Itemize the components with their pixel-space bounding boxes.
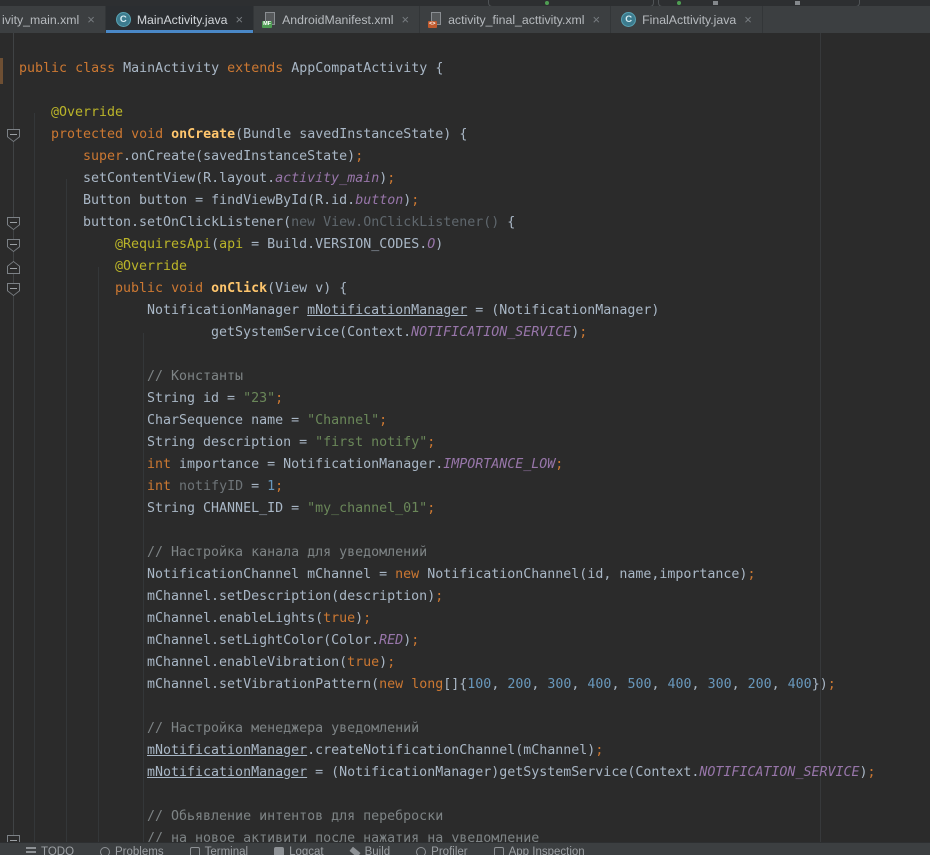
- code-line[interactable]: CharSequence name = "Channel";: [147, 410, 387, 432]
- code-line[interactable]: @RequiresApi(api = Build.VERSION_CODES.O…: [115, 234, 443, 256]
- indent-guide: [98, 267, 99, 842]
- code-line[interactable]: mChannel.enableVibration(true);: [147, 652, 395, 674]
- toolwindow-button-logcat[interactable]: Logcat: [274, 846, 324, 855]
- code-line[interactable]: setContentView(R.layout.activity_main);: [83, 168, 395, 190]
- editor-tab-bar: ivity_main.xml × C MainActivity.java × MF Andr…: [0, 6, 930, 33]
- logcat-icon: [274, 847, 284, 855]
- app-inspection-icon: [494, 847, 504, 855]
- right-margin-guide: [820, 33, 821, 842]
- class-icon: C: [116, 12, 131, 27]
- code-line[interactable]: mChannel.setLightColor(Color.RED);: [147, 630, 419, 652]
- toolbar-icon: [713, 1, 718, 5]
- code-line[interactable]: mNotificationManager = (NotificationMana…: [147, 762, 876, 784]
- tool-window-bar: TODO Problems Terminal Logcat Build Profiler A…: [0, 842, 930, 855]
- fold-marker[interactable]: [7, 283, 20, 296]
- code-line[interactable]: NotificationManager mNotificationManager…: [147, 300, 659, 322]
- indent-guide: [143, 333, 144, 842]
- close-icon[interactable]: ×: [593, 13, 601, 26]
- code-line[interactable]: mNotificationManager.createNotificationC…: [147, 740, 603, 762]
- build-icon: [349, 847, 360, 855]
- code-line[interactable]: protected void onCreate(Bundle savedInst…: [51, 124, 467, 146]
- tab-FinalActtivity.java[interactable]: C FinalActtivity.java ×: [611, 6, 763, 33]
- code-line[interactable]: String description = "first notify";: [147, 432, 435, 454]
- toolwindow-button-profiler[interactable]: Profiler: [416, 846, 467, 855]
- fold-marker[interactable]: [7, 239, 20, 252]
- code-line[interactable]: NotificationChannel mChannel = new Notif…: [147, 564, 755, 586]
- code-line[interactable]: int importance = NotificationManager.IMP…: [147, 454, 563, 476]
- fold-marker[interactable]: [7, 129, 20, 142]
- device-status-icon: [677, 1, 681, 5]
- terminal-icon: [190, 847, 200, 855]
- close-icon[interactable]: ×: [87, 13, 95, 26]
- problems-icon: [100, 847, 110, 855]
- indent-guide: [34, 113, 35, 842]
- tab-ivity_main.xml[interactable]: ivity_main.xml ×: [0, 6, 106, 33]
- code-line[interactable]: getSystemService(Context.NOTIFICATION_SE…: [211, 322, 587, 344]
- code-editor[interactable]: public class MainActivity extends AppCom…: [0, 33, 930, 842]
- code-line[interactable]: int notifyID = 1;: [147, 476, 283, 498]
- tab-label: FinalActtivity.java: [642, 13, 736, 27]
- manifest-file-icon: MF: [264, 12, 276, 27]
- fold-marker[interactable]: [7, 835, 20, 842]
- close-icon[interactable]: ×: [744, 13, 752, 26]
- indent-guide: [66, 179, 67, 842]
- toolwindow-label: Build: [365, 846, 391, 855]
- tab-label: MainActivity.java: [137, 13, 228, 27]
- code-line[interactable]: // Настройка канала для уведомлений: [147, 542, 427, 564]
- toolwindow-label: App Inspection: [509, 846, 585, 855]
- code-line[interactable]: mChannel.setDescription(description);: [147, 586, 443, 608]
- toolwindow-button-problems[interactable]: Problems: [100, 846, 164, 855]
- toolbar-icon: [795, 1, 800, 5]
- code-line[interactable]: public class MainActivity extends AppCom…: [19, 58, 443, 80]
- tab-label: activity_final_acttivity.xml: [448, 13, 584, 27]
- android-studio-window: ivity_main.xml × C MainActivity.java × MF Andr…: [0, 0, 930, 855]
- tab-label: AndroidManifest.xml: [282, 13, 393, 27]
- toolwindow-button-terminal[interactable]: Terminal: [190, 846, 248, 855]
- close-icon[interactable]: ×: [235, 13, 243, 26]
- code-line[interactable]: Button button = findViewById(R.id.button…: [83, 190, 419, 212]
- toolwindow-label: Terminal: [205, 846, 248, 855]
- code-line[interactable]: mChannel.enableLights(true);: [147, 608, 371, 630]
- code-line[interactable]: public void onClick(View v) {: [115, 278, 347, 300]
- toolwindow-button-build[interactable]: Build: [350, 846, 391, 855]
- vcs-change-stripe: [0, 58, 3, 84]
- code-line[interactable]: @Override: [115, 256, 187, 278]
- toolwindow-button-todo[interactable]: TODO: [26, 846, 74, 855]
- code-line[interactable]: super.onCreate(savedInstanceState);: [83, 146, 363, 168]
- code-line[interactable]: // Обьявление интентов для переброски: [147, 806, 443, 828]
- code-line[interactable]: // Настройка менеджера уведомлений: [147, 718, 419, 740]
- fold-marker[interactable]: [7, 261, 20, 274]
- todo-icon: [26, 847, 36, 855]
- toolwindow-label: Logcat: [289, 846, 324, 855]
- xml-file-icon: <>: [430, 12, 442, 27]
- tab-activity_final_acttivity.xml[interactable]: <> activity_final_acttivity.xml ×: [420, 6, 611, 33]
- tab-AndroidManifest.xml[interactable]: MF AndroidManifest.xml ×: [254, 6, 420, 33]
- code-line[interactable]: String id = "23";: [147, 388, 283, 410]
- toolwindow-label: TODO: [41, 846, 74, 855]
- tab-MainActivity.java[interactable]: C MainActivity.java ×: [106, 6, 254, 33]
- code-line[interactable]: mChannel.setVibrationPattern(new long[]{…: [147, 674, 836, 696]
- close-icon[interactable]: ×: [401, 13, 409, 26]
- profiler-icon: [416, 847, 426, 855]
- fold-marker[interactable]: [7, 217, 20, 230]
- tab-label: ivity_main.xml: [2, 13, 79, 27]
- gutter-fold-line: [13, 33, 14, 842]
- run-icon: [545, 1, 549, 5]
- toolwindow-label: Problems: [115, 846, 164, 855]
- toolwindow-label: Profiler: [431, 846, 467, 855]
- code-line[interactable]: // на новое активити после нажатия на ув…: [147, 828, 539, 842]
- code-line[interactable]: // Константы: [147, 366, 243, 388]
- code-line[interactable]: String CHANNEL_ID = "my_channel_01";: [147, 498, 435, 520]
- code-line[interactable]: @Override: [51, 102, 123, 124]
- class-icon: C: [621, 12, 636, 27]
- toolwindow-button-app-inspection[interactable]: App Inspection: [494, 846, 585, 855]
- code-line[interactable]: button.setOnClickListener(new View.OnCli…: [83, 212, 515, 234]
